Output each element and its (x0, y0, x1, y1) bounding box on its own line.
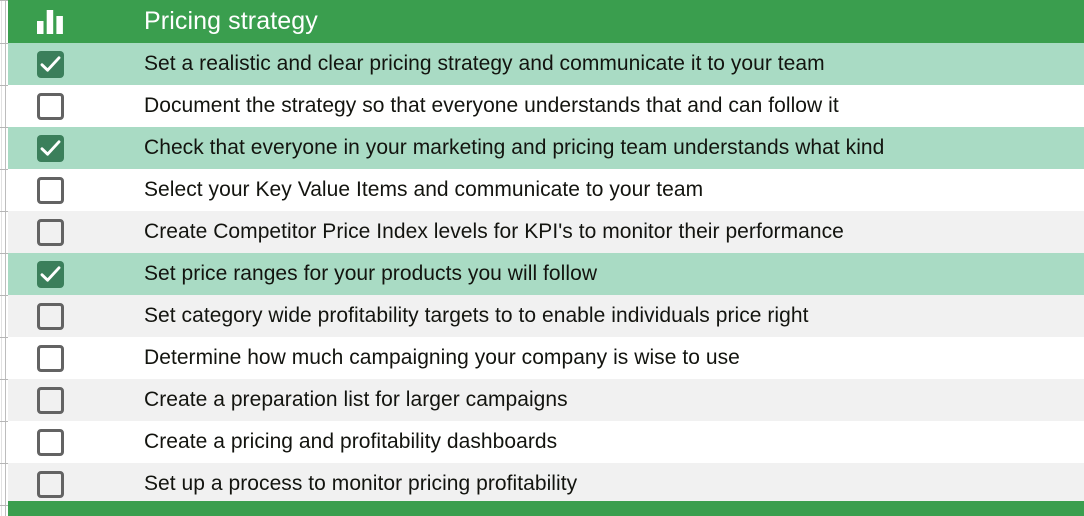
task-label-cell: Determine how much campaigning your comp… (88, 347, 1084, 369)
checkbox-unchecked-icon[interactable] (36, 470, 64, 498)
task-label: Check that everyone in your marketing an… (144, 137, 885, 159)
checkbox-cell[interactable] (6, 470, 88, 498)
task-row[interactable]: Select your Key Value Items and communic… (6, 169, 1084, 211)
checkbox-cell[interactable] (6, 176, 88, 204)
task-label: Create a pricing and profitability dashb… (144, 431, 558, 453)
checkbox-cell[interactable] (6, 92, 88, 120)
task-label: Create Competitor Price Index levels for… (144, 221, 844, 243)
checkbox-unchecked-icon[interactable] (36, 428, 64, 456)
gutter-line-outer (1, 0, 2, 516)
task-label-cell: Set a realistic and clear pricing strate… (88, 53, 1084, 75)
pricing-strategy-checklist: Pricing strategy Set a realistic and cle… (0, 0, 1084, 516)
task-label-cell: Create a pricing and profitability dashb… (88, 431, 1084, 453)
checkbox-cell[interactable] (6, 428, 88, 456)
checkbox-unchecked-icon[interactable] (36, 344, 64, 372)
task-label-cell: Select your Key Value Items and communic… (88, 179, 1084, 201)
task-label-cell: Create Competitor Price Index levels for… (88, 221, 1084, 243)
checkbox-unchecked-icon[interactable] (36, 302, 64, 330)
task-label: Document the strategy so that everyone u… (144, 95, 839, 117)
header-title-cell: Pricing strategy (88, 9, 1084, 34)
checkbox-unchecked-icon[interactable] (36, 386, 64, 414)
task-row[interactable]: Set price ranges for your products you w… (6, 253, 1084, 295)
task-label: Determine how much campaigning your comp… (144, 347, 740, 369)
task-label: Set up a process to monitor pricing prof… (144, 473, 578, 495)
checkbox-unchecked-icon[interactable] (36, 218, 64, 246)
checkbox-cell[interactable] (6, 302, 88, 330)
checkbox-checked-icon[interactable] (36, 260, 64, 288)
footer-left-edge (0, 501, 6, 516)
task-label: Create a preparation list for larger cam… (144, 389, 568, 411)
footer-green-band (6, 501, 1084, 516)
task-label-cell: Check that everyone in your marketing an… (88, 137, 1084, 159)
checkbox-cell[interactable] (6, 344, 88, 372)
task-label: Set price ranges for your products you w… (144, 263, 598, 285)
task-row[interactable]: Create a pricing and profitability dashb… (6, 421, 1084, 463)
header-icon-cell (6, 9, 88, 34)
checkbox-checked-icon[interactable] (36, 134, 64, 162)
table-header: Pricing strategy (6, 0, 1084, 43)
checkbox-cell[interactable] (6, 386, 88, 414)
task-label: Set category wide profitability targets … (144, 305, 809, 327)
checkbox-cell[interactable] (6, 218, 88, 246)
task-row[interactable]: Determine how much campaigning your comp… (6, 337, 1084, 379)
task-label-cell: Set category wide profitability targets … (88, 305, 1084, 327)
checkbox-cell[interactable] (6, 134, 88, 162)
task-row[interactable]: Create Competitor Price Index levels for… (6, 211, 1084, 253)
task-label: Set a realistic and clear pricing strate… (144, 53, 825, 75)
checkbox-checked-icon[interactable] (36, 50, 64, 78)
checkbox-unchecked-icon[interactable] (36, 176, 64, 204)
checkbox-unchecked-icon[interactable] (36, 92, 64, 120)
page-title: Pricing strategy (144, 9, 318, 34)
checkbox-cell[interactable] (6, 50, 88, 78)
task-label-cell: Set price ranges for your products you w… (88, 263, 1084, 285)
task-row-list: Set a realistic and clear pricing strate… (6, 43, 1084, 505)
checklist-table: Pricing strategy Set a realistic and cle… (6, 0, 1084, 505)
bar-chart-icon (37, 9, 63, 34)
task-label-cell: Set up a process to monitor pricing prof… (88, 473, 1084, 495)
task-label-cell: Document the strategy so that everyone u… (88, 95, 1084, 117)
task-label: Select your Key Value Items and communic… (144, 179, 704, 201)
task-row[interactable]: Create a preparation list for larger cam… (6, 379, 1084, 421)
task-row[interactable]: Set a realistic and clear pricing strate… (6, 43, 1084, 85)
checkbox-cell[interactable] (6, 260, 88, 288)
task-row[interactable]: Document the strategy so that everyone u… (6, 85, 1084, 127)
task-row[interactable]: Set up a process to monitor pricing prof… (6, 463, 1084, 505)
task-label-cell: Create a preparation list for larger cam… (88, 389, 1084, 411)
task-row[interactable]: Check that everyone in your marketing an… (6, 127, 1084, 169)
task-row[interactable]: Set category wide profitability targets … (6, 295, 1084, 337)
